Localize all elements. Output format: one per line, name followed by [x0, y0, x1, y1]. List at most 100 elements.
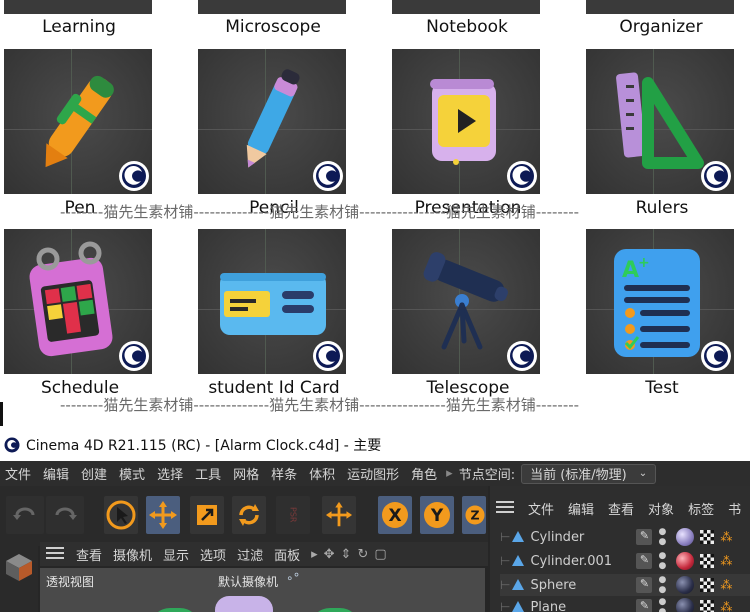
- move-tool-button[interactable]: [146, 496, 180, 534]
- hamburger-menu-icon[interactable]: [496, 499, 514, 518]
- axis-x-button[interactable]: X: [378, 496, 412, 534]
- axis-x-icon: X: [382, 502, 408, 528]
- svg-text:X: X: [388, 506, 401, 526]
- viewport-menu-panel[interactable]: 面板: [274, 545, 300, 564]
- thumb-label[interactable]: Rulers: [582, 198, 742, 218]
- thumb-label[interactable]: Test: [582, 378, 742, 398]
- redo-button[interactable]: [46, 496, 84, 534]
- cursor-icon: [106, 500, 136, 530]
- visibility-dots-icon[interactable]: ● ●: [658, 597, 666, 612]
- thumb-rulers[interactable]: [586, 49, 734, 194]
- workspace: PSR X Y Z 查看 摄像机 显示 选项 过滤 面板 ▸ ✥ ⇕ ↻ ▢ 透…: [0, 486, 750, 612]
- cube-icon[interactable]: [2, 550, 36, 584]
- main-menubar: 文件 编辑 创建 模式 选择 工具 网格 样条 体积 运动图形 角色 ▸ 节点空…: [0, 461, 750, 486]
- move-arrows-icon: [325, 501, 353, 527]
- move-axis-button[interactable]: [322, 496, 356, 534]
- thumb-strip: [198, 0, 346, 14]
- chevron-right-icon[interactable]: ▸: [311, 547, 318, 562]
- material-tag[interactable]: [676, 598, 695, 612]
- phong-tag-icon[interactable]: ⁂: [720, 554, 732, 568]
- object-row-sphere[interactable]: ⊢ Sphere ✎ ● ● ⁂: [500, 574, 750, 596]
- viewport-maximize-icon[interactable]: ▢: [374, 547, 386, 562]
- thumb-test[interactable]: A +: [586, 229, 734, 374]
- phong-tag-icon[interactable]: ⁂: [720, 530, 732, 544]
- menu-spline[interactable]: 样条: [266, 464, 304, 483]
- axis-y-icon: Y: [424, 502, 450, 528]
- menu-edit[interactable]: 编辑: [38, 464, 76, 483]
- edit-toggle-icon[interactable]: ✎: [636, 577, 653, 593]
- node-space: 节点空间: 当前 (标准/物理) ⌄: [455, 463, 657, 484]
- thumb-label[interactable]: Organizer: [581, 17, 741, 37]
- select-tool-button[interactable]: [104, 496, 138, 534]
- thumb-pen[interactable]: [4, 49, 152, 194]
- undo-button[interactable]: [6, 496, 44, 534]
- thumb-label[interactable]: Notebook: [387, 17, 547, 37]
- om-menu-bookmarks[interactable]: 书: [728, 499, 741, 518]
- om-menu-view[interactable]: 查看: [608, 499, 634, 518]
- rotate-tool-button[interactable]: [232, 496, 266, 534]
- checker-tag-icon[interactable]: [700, 530, 715, 544]
- viewport-menu-camera[interactable]: 摄像机: [113, 545, 152, 564]
- visibility-dots-icon[interactable]: ● ●: [658, 575, 666, 595]
- menu-mograph[interactable]: 运动图形: [342, 464, 406, 483]
- thumb-label[interactable]: Learning: [0, 17, 159, 37]
- menu-character[interactable]: 角色: [406, 464, 444, 483]
- menu-volume[interactable]: 体积: [304, 464, 342, 483]
- phong-tag-icon[interactable]: ⁂: [720, 600, 732, 612]
- thumb-presentation[interactable]: [392, 49, 540, 194]
- camera-name[interactable]: 默认摄像机: [218, 573, 278, 590]
- window-title: Cinema 4D R21.115 (RC) - [Alarm Clock.c4…: [26, 438, 382, 454]
- om-menu-file[interactable]: 文件: [528, 499, 554, 518]
- hamburger-menu-icon[interactable]: [46, 545, 68, 564]
- om-menu-object[interactable]: 对象: [648, 499, 674, 518]
- thumb-schedule[interactable]: [4, 229, 152, 374]
- material-tag[interactable]: [676, 528, 695, 546]
- viewport-move-icon[interactable]: ✥: [324, 547, 335, 562]
- checker-tag-icon[interactable]: [700, 554, 715, 568]
- edit-toggle-icon[interactable]: ✎: [636, 553, 653, 569]
- menu-tools[interactable]: 工具: [190, 464, 228, 483]
- viewport-object-green: [310, 608, 360, 612]
- viewport-menubar: 查看 摄像机 显示 选项 过滤 面板 ▸ ✥ ⇕ ↻ ▢: [40, 542, 488, 566]
- object-row-cylinder[interactable]: ⊢ Cylinder ✎ ● ● ⁂: [500, 526, 750, 548]
- viewport-menu-filter[interactable]: 过滤: [237, 545, 263, 564]
- menu-mode[interactable]: 模式: [114, 464, 152, 483]
- rotate-icon: [239, 504, 259, 526]
- axis-y-button[interactable]: Y: [420, 496, 454, 534]
- om-menu-edit[interactable]: 编辑: [568, 499, 594, 518]
- material-tag[interactable]: [676, 576, 695, 594]
- menu-create[interactable]: 创建: [76, 464, 114, 483]
- om-menu-tags[interactable]: 标签: [688, 499, 714, 518]
- window-titlebar[interactable]: Cinema 4D R21.115 (RC) - [Alarm Clock.c4…: [0, 432, 750, 458]
- visibility-dots-icon[interactable]: ● ●: [658, 551, 666, 571]
- thumb-label[interactable]: Microscope: [193, 17, 353, 37]
- svg-text:Y: Y: [430, 506, 444, 526]
- node-space-dropdown[interactable]: 当前 (标准/物理) ⌄: [521, 463, 657, 484]
- scale-tool-button[interactable]: [190, 496, 224, 534]
- menu-select[interactable]: 选择: [152, 464, 190, 483]
- psr-button[interactable]: PSR: [276, 496, 310, 534]
- viewport-menu-options[interactable]: 选项: [200, 545, 226, 564]
- thumb-id-card[interactable]: [198, 229, 346, 374]
- checker-tag-icon[interactable]: [700, 600, 715, 612]
- object-row-plane[interactable]: ⊢ Plane ✎ ● ● ⁂: [500, 596, 750, 612]
- thumb-telescope[interactable]: [392, 229, 540, 374]
- viewport-rotate-icon[interactable]: ↻: [357, 547, 368, 562]
- edit-toggle-icon[interactable]: ✎: [636, 529, 653, 545]
- left-palette: [0, 544, 38, 612]
- material-tag[interactable]: [676, 552, 695, 570]
- menu-mesh[interactable]: 网格: [228, 464, 266, 483]
- perspective-viewport[interactable]: 透视视图 默认摄像机 ∘°: [40, 568, 485, 612]
- viewport-scale-icon[interactable]: ⇕: [341, 547, 352, 562]
- visibility-dots-icon[interactable]: ● ●: [658, 527, 666, 547]
- axis-z-button[interactable]: Z: [462, 496, 486, 534]
- chevron-right-icon[interactable]: ▸: [444, 466, 455, 481]
- thumb-pencil[interactable]: [198, 49, 346, 194]
- object-row-cylinder-001[interactable]: ⊢ Cylinder.001 ✎ ● ● ⁂: [500, 550, 750, 572]
- checker-tag-icon[interactable]: [700, 578, 715, 592]
- menu-file[interactable]: 文件: [0, 464, 38, 483]
- viewport-menu-display[interactable]: 显示: [163, 545, 189, 564]
- edit-toggle-icon[interactable]: ✎: [636, 599, 653, 612]
- phong-tag-icon[interactable]: ⁂: [720, 578, 732, 592]
- viewport-menu-view[interactable]: 查看: [76, 545, 102, 564]
